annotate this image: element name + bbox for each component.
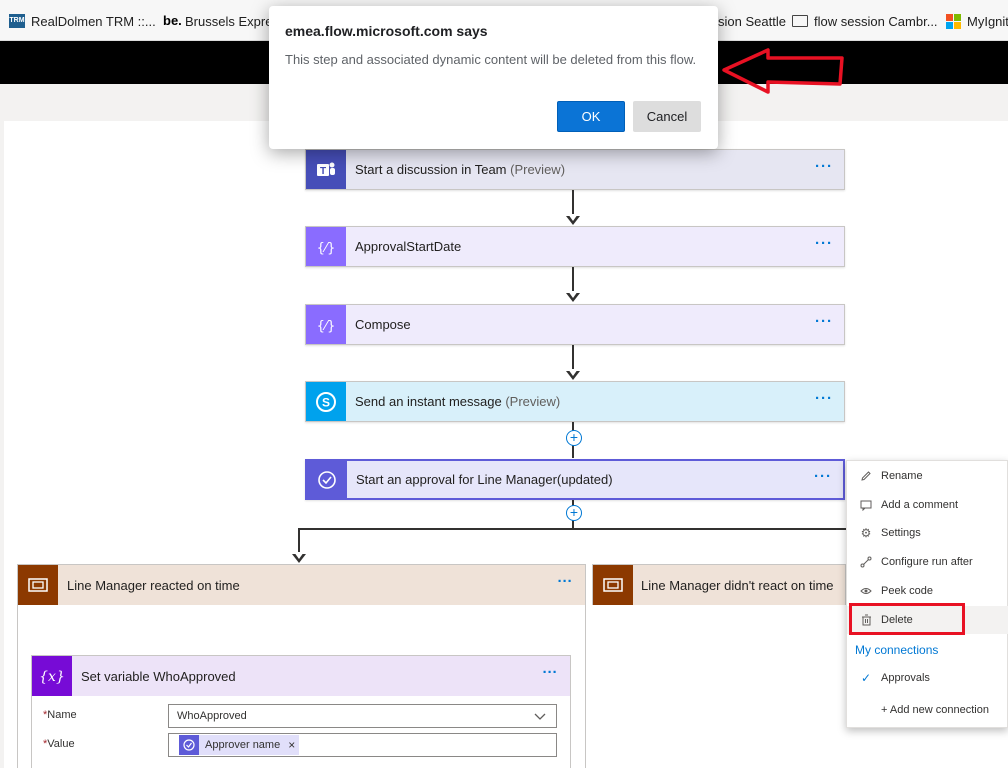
scope-didnt-react-on-time[interactable]: Line Manager didn't react on time: [592, 564, 846, 605]
menu-item-peek-code[interactable]: Peek code: [847, 577, 1008, 605]
eye-icon: [859, 584, 873, 598]
arrow-down-icon: [566, 369, 580, 380]
insert-step-button[interactable]: +: [566, 505, 582, 521]
ok-button[interactable]: OK: [557, 101, 625, 132]
more-options-button[interactable]: ···: [804, 159, 844, 178]
dynamic-content-token[interactable]: Approver name ×: [179, 735, 300, 755]
bookmark-flow-session-cambridge[interactable]: flow session Cambr...: [792, 12, 938, 30]
more-options-button[interactable]: ···: [803, 469, 843, 488]
menu-item-label: Configure run after: [881, 556, 973, 568]
add-new-connection-link[interactable]: + Add new connection: [847, 696, 1008, 724]
menu-item-label: Peek code: [881, 585, 933, 597]
token-label: Approver name: [205, 739, 281, 751]
more-options-button[interactable]: ···: [804, 236, 844, 255]
pencil-icon: [859, 469, 873, 483]
checkmark-icon: ✓: [860, 671, 872, 685]
step-title: Send an instant message (Preview): [355, 394, 561, 409]
step-title: Start a discussion in Team (Preview): [355, 162, 566, 177]
menu-item-configure-run-after[interactable]: Configure run after: [847, 548, 1008, 576]
confirm-dialog: emea.flow.microsoft.com says This step a…: [269, 6, 718, 149]
step-title: ApprovalStartDate: [355, 239, 462, 254]
gear-icon: ⚙: [860, 526, 872, 540]
more-options-button[interactable]: ···: [530, 665, 570, 684]
scope-icon: [593, 565, 633, 605]
menu-item-rename[interactable]: Rename: [847, 462, 1008, 490]
step-start-discussion-teams[interactable]: T Start a discussion in Team (Preview) ·…: [305, 149, 845, 190]
delete-highlight-box: [849, 603, 965, 635]
menu-item-label: Add a comment: [881, 499, 959, 511]
more-options-button[interactable]: ···: [545, 574, 585, 593]
approval-icon: [307, 461, 347, 498]
chevron-down-icon: [534, 713, 546, 720]
teams-icon: T: [306, 150, 346, 189]
menu-item-settings[interactable]: ⚙ Settings: [847, 519, 1008, 547]
be-icon: be.: [163, 13, 182, 28]
step-send-instant-message[interactable]: S Send an instant message (Preview) ···: [305, 381, 845, 422]
microsoft-icon: [946, 13, 961, 29]
scope-header: Line Manager didn't react on time: [593, 565, 845, 605]
trm-icon: TRM: [9, 14, 25, 28]
step-title: Start an approval for Line Manager(updat…: [356, 472, 613, 487]
folder-icon: [792, 15, 808, 27]
approval-icon: [179, 735, 199, 755]
arrow-down-icon: [292, 552, 306, 563]
run-after-icon: [859, 555, 873, 569]
step-compose[interactable]: {⁄} Compose ···: [305, 304, 845, 345]
connection-approvals[interactable]: ✓ Approvals: [847, 664, 1008, 692]
menu-item-label: Rename: [881, 470, 923, 482]
svg-text:S: S: [322, 395, 330, 409]
scope-title: Line Manager reacted on time: [67, 577, 240, 593]
skype-icon: S: [306, 382, 346, 421]
bookmark-label: MyIgnit: [967, 13, 1008, 29]
more-options-button[interactable]: ···: [804, 314, 844, 333]
dialog-message: This step and associated dynamic content…: [285, 52, 697, 67]
step-title: Set variable WhoApproved: [81, 668, 236, 684]
menu-item-label: Approvals: [881, 672, 930, 684]
variable-value-input[interactable]: Approver name ×: [168, 733, 557, 757]
remove-token-icon[interactable]: ×: [288, 738, 295, 752]
branch-line: [298, 528, 846, 530]
more-options-button[interactable]: ···: [804, 391, 844, 410]
bookmark-label: sion Seattle: [718, 13, 786, 29]
variable-icon: {⁄}: [306, 227, 346, 266]
annotation-arrow-icon: [722, 48, 844, 94]
scope-title: Line Manager didn't react on time: [641, 577, 834, 593]
variable-name-dropdown[interactable]: WhoApproved: [168, 704, 557, 728]
bookmark-label: RealDolmen TRM ::...: [31, 13, 156, 29]
arrow-down-icon: [566, 291, 580, 302]
name-field-label: * Name: [43, 709, 77, 721]
menu-item-add-comment[interactable]: Add a comment: [847, 491, 1008, 519]
menu-item-label: Settings: [881, 527, 921, 539]
bookmark-brussels-express[interactable]: be. Brussels Express: [163, 12, 269, 30]
bookmark-myignite[interactable]: MyIgnit: [946, 12, 1008, 30]
step-context-menu: Rename Add a comment ⚙ Settings Configur…: [846, 460, 1008, 728]
compose-icon: {⁄}: [306, 305, 346, 344]
dropdown-value: WhoApproved: [177, 710, 247, 722]
svg-text:{⁄}: {⁄}: [317, 319, 336, 334]
bookmark-realdolmen[interactable]: TRM RealDolmen TRM ::...: [9, 12, 156, 30]
svg-text:T: T: [320, 166, 326, 177]
scope-icon: [18, 565, 58, 605]
value-field-label: * Value: [43, 738, 75, 750]
svg-text:{⁄}: {⁄}: [317, 241, 336, 256]
set-variable-header[interactable]: {x} Set variable WhoApproved ···: [32, 656, 570, 696]
variable-icon: {x}: [32, 656, 72, 696]
bookmark-label: flow session Cambr...: [814, 13, 938, 29]
step-start-approval-line-manager[interactable]: Start an approval for Line Manager(updat…: [305, 459, 845, 500]
step-title: Compose: [355, 317, 411, 332]
comment-icon: [859, 498, 873, 512]
dialog-title: emea.flow.microsoft.com says: [285, 23, 488, 39]
step-approval-start-date[interactable]: {⁄} ApprovalStartDate ···: [305, 226, 845, 267]
bookmark-session-seattle[interactable]: sion Seattle: [718, 12, 786, 30]
scope-header[interactable]: Line Manager reacted on time ···: [18, 565, 585, 605]
insert-step-button[interactable]: +: [566, 430, 582, 446]
arrow-down-icon: [566, 214, 580, 225]
my-connections-header: My connections: [855, 643, 939, 657]
svg-text:{x}: {x}: [39, 669, 65, 685]
bookmark-label: Brussels Express: [185, 13, 269, 29]
cancel-button[interactable]: Cancel: [633, 101, 701, 132]
